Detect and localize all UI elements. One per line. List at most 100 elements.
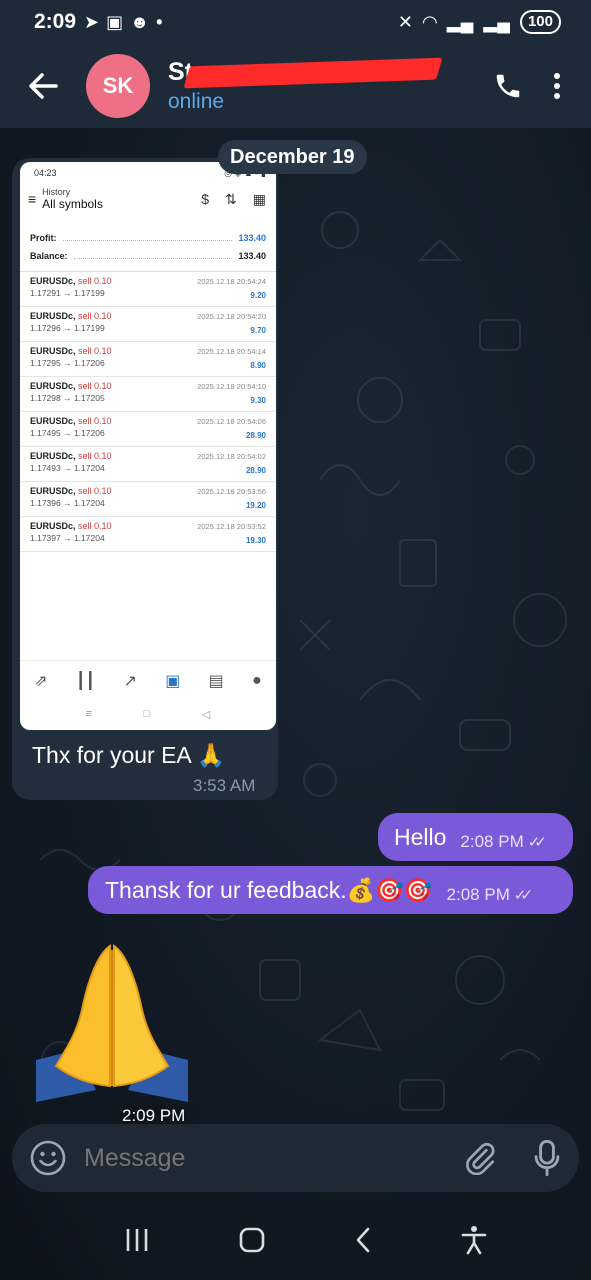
ss-back-icon: ◁ bbox=[201, 708, 211, 721]
trade-row: EURUSDc, sell 0.10 1.17295 → 1.17206 202… bbox=[20, 342, 276, 377]
phone-icon[interactable] bbox=[493, 71, 523, 101]
trade-date: 2025.12.18 20:54:14 bbox=[197, 347, 266, 356]
ss-profit-row: Profit: 133.40 bbox=[30, 229, 266, 247]
trade-symbol: EURUSDc, bbox=[30, 486, 76, 496]
avatar[interactable]: SK bbox=[86, 54, 150, 118]
status-time: 2:09 bbox=[34, 10, 77, 33]
signal-icon-2: ▂▄ bbox=[483, 11, 510, 32]
wifi-icon: ◠ bbox=[422, 11, 437, 32]
double-check-icon: ✓✓ bbox=[513, 887, 533, 904]
outgoing-message-text: Hello bbox=[394, 823, 447, 850]
accessibility-icon[interactable] bbox=[460, 1225, 488, 1255]
ss-summary: Profit: 133.40 Balance: 133.40 bbox=[20, 211, 276, 265]
trade-row: EURUSDc, sell 0.10 1.17298 → 1.17205 202… bbox=[20, 377, 276, 412]
trade-prices: 1.17291 → 1.17199 bbox=[30, 288, 105, 298]
paperclip-icon[interactable] bbox=[463, 1141, 497, 1175]
trade-row: EURUSDc, sell 0.10 1.17396 → 1.17204 202… bbox=[20, 482, 276, 517]
trade-profit: 8.90 bbox=[250, 361, 266, 370]
incoming-message-time: 3:53 AM bbox=[193, 776, 256, 795]
home-icon[interactable] bbox=[238, 1226, 266, 1254]
trade-profit: 9.30 bbox=[250, 396, 266, 405]
outgoing-message-meta: 2:08 PM ✓✓ bbox=[446, 885, 534, 905]
ss-toolbar: $ ⇅ ▦ bbox=[201, 191, 266, 208]
trade-symbol: EURUSDc, bbox=[30, 451, 76, 461]
outgoing-message-time: 2:08 PM bbox=[460, 832, 524, 851]
chat-header: SK St online bbox=[0, 44, 591, 128]
trade-profit: 9.70 bbox=[250, 326, 266, 335]
ss-header: ≡ History All symbols $ ⇅ ▦ bbox=[20, 179, 276, 211]
ss-calendar-icon: ▦ bbox=[252, 190, 266, 207]
contact-info[interactable]: St online bbox=[168, 57, 443, 114]
ss-status-time: 04:23 bbox=[34, 168, 57, 178]
battery-indicator: 100 bbox=[519, 10, 561, 34]
trade-row: EURUSDc, sell 0.10 1.17495 → 1.17206 202… bbox=[20, 412, 276, 447]
reddit-icon: ☻ bbox=[130, 11, 150, 32]
emoji-icon[interactable] bbox=[30, 1140, 66, 1176]
ss-balance-row: Balance: 133.40 bbox=[30, 247, 266, 265]
more-vertical-icon[interactable] bbox=[553, 72, 561, 100]
trade-profit: 28.90 bbox=[245, 431, 266, 440]
back-button[interactable] bbox=[0, 44, 86, 128]
trade-symbol: EURUSDc, bbox=[30, 346, 76, 356]
contact-status: online bbox=[168, 90, 225, 113]
header-actions bbox=[493, 71, 591, 101]
trade-profit: 19.20 bbox=[245, 501, 266, 510]
status-bar: 2:09 ➤ ▣ ☻ • ✕ ◠ ▂▄ ▂▄ 100 bbox=[0, 0, 591, 44]
trade-row: EURUSDc, sell 0.10 1.17291 → 1.17199 202… bbox=[20, 272, 276, 307]
outgoing-message-bubble[interactable]: Thansk for ur feedback.💰🎯🎯 2:08 PM ✓✓ bbox=[88, 866, 573, 914]
message-input[interactable] bbox=[84, 1143, 414, 1173]
system-navigation-bar bbox=[0, 1200, 591, 1280]
trade-profit: 28.90 bbox=[245, 466, 266, 475]
trade-date: 2025.12.18 20:53:56 bbox=[197, 487, 266, 496]
facebook-icon: ▣ bbox=[106, 11, 124, 32]
trade-symbol: EURUSDc, bbox=[30, 381, 76, 391]
arrow-left-icon bbox=[29, 73, 58, 99]
redaction-mark bbox=[183, 57, 443, 89]
status-system-icons: ✕ ◠ ▂▄ ▂▄ 100 bbox=[398, 10, 561, 34]
ss-history-icon: ▣ bbox=[165, 672, 181, 690]
trade-date: 2025.12.18 20:54:02 bbox=[197, 452, 266, 461]
trade-prices: 1.17295 → 1.17206 bbox=[30, 358, 105, 368]
ss-chart-icon: ┃┃ bbox=[75, 672, 96, 690]
trade-row: EURUSDc, sell 0.10 1.17397 → 1.17204 202… bbox=[20, 517, 276, 552]
recents-icon[interactable] bbox=[123, 1227, 151, 1253]
trade-date: 2025.12.18 20:54:20 bbox=[197, 312, 266, 321]
trade-date: 2025.12.18 20:54:06 bbox=[197, 417, 266, 426]
ss-recents-icon: ≡ bbox=[85, 708, 93, 720]
trade-side: sell 0.10 bbox=[78, 521, 112, 531]
trade-date: 2025.12.18 20:54:24 bbox=[197, 277, 266, 286]
ss-currency-icon: $ bbox=[201, 190, 210, 207]
attached-screenshot[interactable]: 04:23 ◎ ◈ ▲ ▪ ▮ ≡ History All symbols $ … bbox=[20, 162, 276, 730]
praying-hands-emoji[interactable] bbox=[36, 940, 188, 1102]
trade-profit: 9.20 bbox=[250, 291, 266, 300]
ss-dots bbox=[62, 235, 233, 241]
trade-side: sell 0.10 bbox=[78, 451, 112, 461]
ss-news-icon: ▤ bbox=[208, 672, 224, 690]
trade-prices: 1.17396 → 1.17204 bbox=[30, 498, 105, 508]
trade-side: sell 0.10 bbox=[78, 276, 112, 286]
back-nav-icon[interactable] bbox=[353, 1226, 373, 1254]
outgoing-message-text: Thansk for ur feedback.💰🎯🎯 bbox=[105, 876, 433, 903]
date-separator: December 19 bbox=[218, 140, 367, 174]
chat-screen: 2:09 ➤ ▣ ☻ • ✕ ◠ ▂▄ ▂▄ 100 SK St online … bbox=[0, 0, 591, 1280]
ss-quotes-icon: ⇗ bbox=[34, 672, 48, 690]
trade-row: EURUSDc, sell 0.10 1.17296 → 1.17199 202… bbox=[20, 307, 276, 342]
ss-system-nav: ≡ □ ◁ bbox=[20, 702, 276, 726]
outgoing-message-bubble[interactable]: Hello 2:08 PM ✓✓ bbox=[378, 813, 573, 861]
microphone-icon[interactable] bbox=[533, 1140, 561, 1176]
ss-profit-value: 133.40 bbox=[238, 233, 266, 243]
incoming-message-text: Thx for your EA 🙏 bbox=[32, 742, 226, 768]
status-notification-icons: ➤ ▣ ☻ • bbox=[84, 12, 162, 33]
signal-icon: ▂▄ bbox=[446, 11, 474, 32]
trade-prices: 1.17495 → 1.17206 bbox=[30, 428, 105, 438]
outgoing-message-time: 2:08 PM bbox=[446, 885, 510, 904]
outgoing-message-meta: 2:08 PM ✓✓ bbox=[460, 832, 547, 852]
trade-symbol: EURUSDc, bbox=[30, 416, 76, 426]
trade-date: 2025.12.18 20:53:52 bbox=[197, 522, 266, 531]
ss-messages-icon: ● bbox=[252, 671, 262, 689]
trade-prices: 1.17493 → 1.17204 bbox=[30, 463, 105, 473]
message-composer bbox=[12, 1124, 579, 1192]
trade-symbol: EURUSDc, bbox=[30, 521, 76, 531]
trade-side: sell 0.10 bbox=[78, 381, 112, 391]
trade-prices: 1.17296 → 1.17199 bbox=[30, 323, 105, 333]
